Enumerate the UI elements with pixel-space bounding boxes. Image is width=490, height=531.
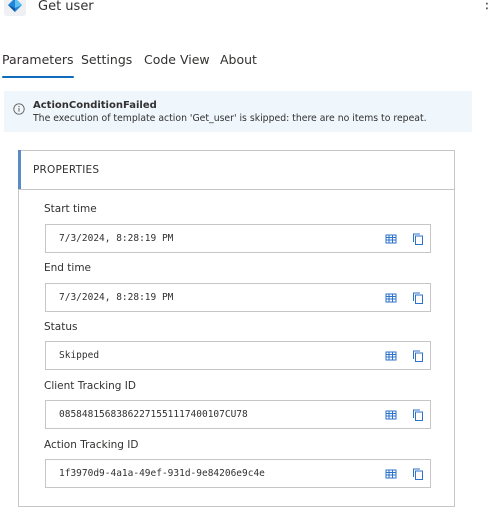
more-options-icon[interactable]: ⋮ bbox=[480, 0, 490, 12]
field-value: 7/3/2024, 8:28:19 PM bbox=[59, 292, 174, 303]
field-value: Skipped bbox=[59, 350, 100, 361]
table-view-icon[interactable] bbox=[384, 349, 398, 363]
field-start-time: 7/3/2024, 8:28:19 PM bbox=[45, 224, 431, 253]
copy-icon[interactable] bbox=[411, 232, 425, 246]
copy-icon[interactable] bbox=[411, 408, 425, 422]
field-value: 08584815683862271551117400107CU78 bbox=[59, 409, 248, 420]
action-details-panel: Get user ⋮ Parameters Settings Code View… bbox=[0, 0, 490, 531]
field-value: 1f3970d9-4a1a-49ef-931d-9e84206e9c4e bbox=[59, 468, 265, 479]
field-label-end-time: End time bbox=[44, 262, 92, 274]
tab-list: Parameters Settings Code View About bbox=[0, 51, 490, 81]
tab-parameters[interactable]: Parameters bbox=[2, 51, 74, 78]
panel-header: Get user ⋮ bbox=[0, 0, 490, 18]
banner-title: ActionConditionFailed bbox=[33, 100, 157, 111]
field-label-client-tracking-id: Client Tracking ID bbox=[44, 380, 136, 392]
banner-message: The execution of template action 'Get_us… bbox=[33, 113, 427, 124]
properties-section: PROPERTIES Start time 7/3/2024, 8:28:19 … bbox=[18, 150, 455, 507]
panel-title: Get user bbox=[38, 0, 94, 14]
table-view-icon[interactable] bbox=[384, 467, 398, 481]
field-label-start-time: Start time bbox=[44, 203, 97, 215]
field-status: Skipped bbox=[45, 341, 431, 370]
properties-header[interactable]: PROPERTIES bbox=[18, 150, 454, 190]
field-label-action-tracking-id: Action Tracking ID bbox=[44, 439, 139, 451]
table-view-icon[interactable] bbox=[384, 232, 398, 246]
copy-icon[interactable] bbox=[411, 291, 425, 305]
field-label-status: Status bbox=[44, 321, 78, 333]
info-circle-icon bbox=[13, 100, 25, 115]
properties-accent-bar bbox=[18, 150, 21, 189]
field-action-tracking-id: 1f3970d9-4a1a-49ef-931d-9e84206e9c4e bbox=[45, 459, 431, 488]
copy-icon[interactable] bbox=[411, 467, 425, 481]
properties-heading: PROPERTIES bbox=[33, 164, 100, 176]
tab-code-view[interactable]: Code View bbox=[144, 51, 210, 77]
table-view-icon[interactable] bbox=[384, 291, 398, 305]
tab-settings[interactable]: Settings bbox=[81, 51, 132, 77]
field-value: 7/3/2024, 8:28:19 PM bbox=[59, 233, 174, 244]
azure-ad-diamond-icon bbox=[4, 0, 26, 16]
field-end-time: 7/3/2024, 8:28:19 PM bbox=[45, 283, 431, 312]
copy-icon[interactable] bbox=[411, 349, 425, 363]
tab-about[interactable]: About bbox=[220, 51, 257, 77]
field-client-tracking-id: 08584815683862271551117400107CU78 bbox=[45, 400, 431, 429]
table-view-icon[interactable] bbox=[384, 408, 398, 422]
info-banner: ActionConditionFailed The execution of t… bbox=[4, 91, 472, 132]
